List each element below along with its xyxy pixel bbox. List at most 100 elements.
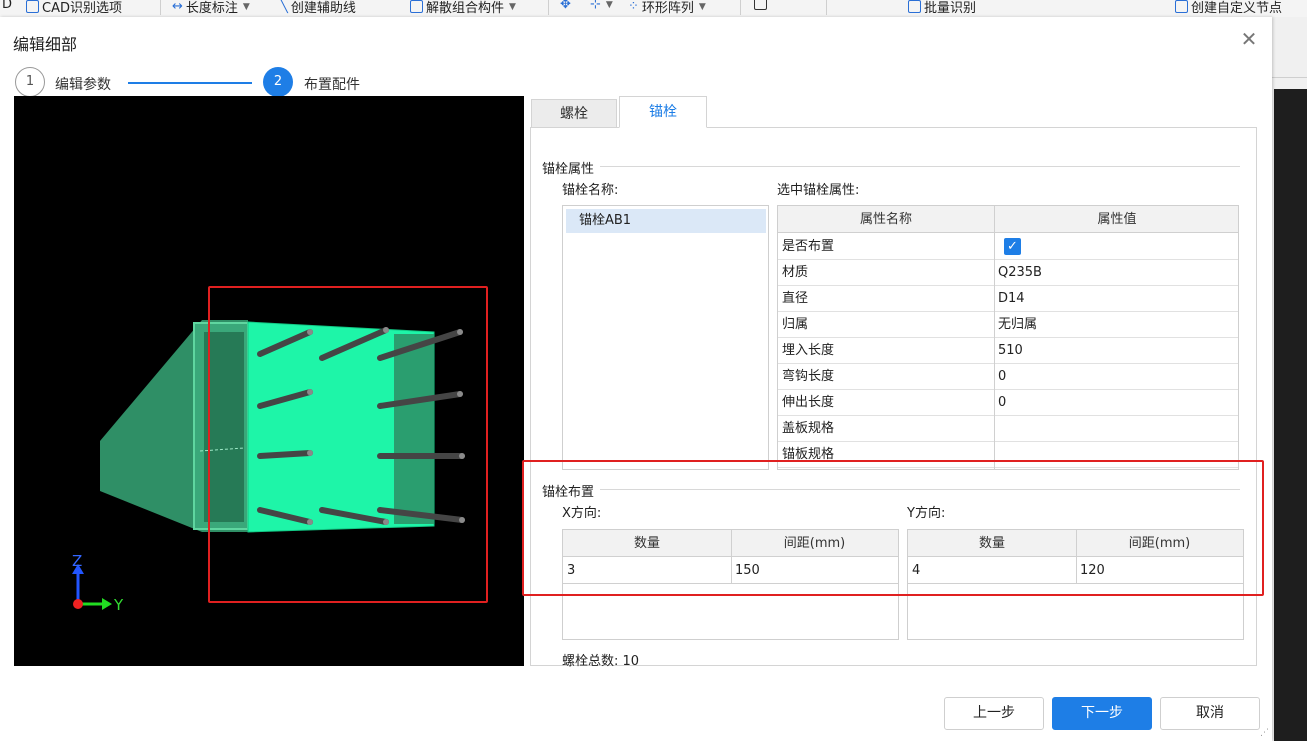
cancel-button[interactable]: 取消 xyxy=(1160,697,1260,730)
bolt-end xyxy=(459,453,465,459)
anchor-name-list[interactable]: 锚栓AB1 xyxy=(562,205,769,470)
bolt-end xyxy=(383,327,389,333)
x-count-cell[interactable]: 3 xyxy=(563,558,731,584)
toolbar-separator xyxy=(548,0,549,15)
model-plate-edge xyxy=(394,334,434,524)
toolbar-cad-options-button[interactable]: CAD识别选项 xyxy=(26,0,122,16)
chevron-down-icon: ▼ xyxy=(698,1,706,12)
align-icon: ⊹ xyxy=(590,0,601,12)
y-axis-label: Y xyxy=(113,596,124,614)
prop-name-cell: 归属 xyxy=(782,317,809,332)
prop-value-cell[interactable]: 510 xyxy=(998,338,1023,364)
bolt-end xyxy=(307,450,313,456)
z-axis-label: Z xyxy=(72,552,82,570)
toolbar-move-button[interactable]: ✥ xyxy=(560,0,571,12)
bolt-total-value: 10 xyxy=(622,654,640,669)
anchor-props-table: 属性名称 属性值 是否布置 ✓ 材质 Q235B 直径 D14 归属 无归属 埋… xyxy=(777,205,1239,470)
prop-value-cell[interactable]: 0 xyxy=(998,390,1006,416)
3d-model-render: Z Y xyxy=(72,320,465,614)
dimension-icon: ↔ xyxy=(172,0,183,14)
prop-name-cell: 埋入长度 xyxy=(782,343,835,358)
list-item-anchor-ab1[interactable]: 锚栓AB1 xyxy=(566,209,766,233)
prop-name-cell: 伸出长度 xyxy=(782,395,835,410)
table-row[interactable]: 材质 Q235B xyxy=(778,260,1238,286)
prev-step-button[interactable]: 上一步 xyxy=(944,697,1044,730)
table-row[interactable]: 是否布置 ✓ xyxy=(778,234,1238,260)
selected-anchor-props-label: 选中锚栓属性: xyxy=(777,183,860,198)
chevron-down-icon: ▼ xyxy=(605,0,613,10)
cad-options-icon xyxy=(26,0,39,13)
bolt-end xyxy=(457,329,463,335)
prop-value-cell[interactable]: Q235B xyxy=(998,260,1042,286)
toolbar-custom-node-button[interactable]: 创建自定义节点 xyxy=(1175,0,1282,16)
step-1-label: 编辑参数 xyxy=(55,77,111,93)
bolt-end xyxy=(307,329,313,335)
group-divider xyxy=(543,166,1240,167)
bolt-total-caption: 螺栓总数: xyxy=(562,654,619,669)
chevron-down-icon: ▼ xyxy=(242,1,250,12)
next-step-button[interactable]: 下一步 xyxy=(1052,697,1152,730)
step-connector xyxy=(128,82,252,84)
bolt-end xyxy=(307,389,313,395)
column-divider xyxy=(994,206,995,469)
prop-value-cell[interactable]: 0 xyxy=(998,364,1006,390)
toolbar-dimension-button[interactable]: ↔ 长度标注 ▼ xyxy=(172,0,250,16)
anchor-layout-group-title: 锚栓布置 xyxy=(542,481,601,500)
prop-value-cell[interactable]: D14 xyxy=(998,286,1025,312)
background-workspace xyxy=(1271,17,1307,741)
3d-viewport[interactable]: Z Y xyxy=(14,96,524,666)
model-body-inner xyxy=(204,332,244,522)
batch-recognize-icon xyxy=(908,0,921,13)
y-count-cell[interactable]: 4 xyxy=(908,558,1076,584)
aux-line-icon: ╲ xyxy=(280,0,288,14)
x-spacing-cell[interactable]: 150 xyxy=(731,558,898,584)
toolbar-item-partial[interactable]: D xyxy=(2,0,12,12)
prop-name-cell: 锚板规格 xyxy=(782,447,835,462)
tab-anchor-bolt[interactable]: 锚栓 xyxy=(619,96,707,128)
toolbar-ring-array-button[interactable]: ⁘ 环形阵列 ▼ xyxy=(628,0,706,16)
table-row[interactable]: 伸出长度 0 xyxy=(778,390,1238,416)
column-header-count: 数量 xyxy=(563,530,731,557)
prop-name-cell: 弯钩长度 xyxy=(782,369,835,384)
toolbar-align-button[interactable]: ⊹ ▼ xyxy=(590,0,613,12)
bolt-end xyxy=(307,519,313,525)
is-placed-checkbox[interactable]: ✓ xyxy=(1004,238,1021,255)
bolt-end xyxy=(459,517,465,523)
column-header-prop-value: 属性值 xyxy=(994,206,1238,233)
table-row[interactable]: 锚板规格 xyxy=(778,442,1238,468)
anchor-name-label: 锚栓名称: xyxy=(562,183,619,198)
y-direction-grid: 数量 间距(mm) 4 120 xyxy=(907,529,1244,640)
x-direction-label: X方向: xyxy=(562,506,602,521)
table-row[interactable]: 归属 无归属 xyxy=(778,312,1238,338)
axis-gizmo: Z Y xyxy=(72,552,124,614)
table-row[interactable]: 弯钩长度 0 xyxy=(778,364,1238,390)
prop-name-cell: 材质 xyxy=(782,265,809,280)
table-row[interactable]: 直径 D14 xyxy=(778,286,1238,312)
workspace-canvas xyxy=(1274,89,1307,741)
dialog-title: 编辑细部 xyxy=(13,35,78,54)
table-row[interactable]: 盖板规格 xyxy=(778,416,1238,442)
toolbar-rect-button[interactable] xyxy=(754,0,767,10)
rect-icon xyxy=(754,0,767,10)
workspace-divider xyxy=(1271,77,1307,78)
toolbar-batch-recognize-button[interactable]: 批量识别 xyxy=(908,0,976,16)
toolbar-separator xyxy=(826,0,827,15)
toolbar-ungroup-button[interactable]: 解散组合构件 ▼ xyxy=(410,0,516,16)
prop-value-cell[interactable]: 无归属 xyxy=(998,312,1037,338)
table-row[interactable]: 埋入长度 510 xyxy=(778,338,1238,364)
custom-node-icon xyxy=(1175,0,1188,13)
y-direction-label: Y方向: xyxy=(907,506,946,521)
top-toolbar: D CAD识别选项 ↔ 长度标注 ▼ ╲ 创建辅助线 解散组合构件 ▼ ✥ ⊹ … xyxy=(0,0,1307,17)
anchor-bolt xyxy=(257,450,313,459)
close-icon[interactable]: ✕ xyxy=(1238,28,1260,50)
prop-name-cell: 直径 xyxy=(782,291,809,306)
column-header-prop-name: 属性名称 xyxy=(778,206,994,233)
resize-grip-icon[interactable]: ⋰ xyxy=(1260,728,1270,738)
tab-bolt[interactable]: 螺栓 xyxy=(531,99,617,128)
toolbar-aux-line-button[interactable]: ╲ 创建辅助线 xyxy=(280,0,356,16)
y-spacing-cell[interactable]: 120 xyxy=(1076,558,1243,584)
bolt-total-label: 螺栓总数: 10 xyxy=(562,650,639,669)
column-header-spacing: 间距(mm) xyxy=(731,530,898,557)
ungroup-icon xyxy=(410,0,423,13)
x-axis-dot xyxy=(73,599,83,609)
